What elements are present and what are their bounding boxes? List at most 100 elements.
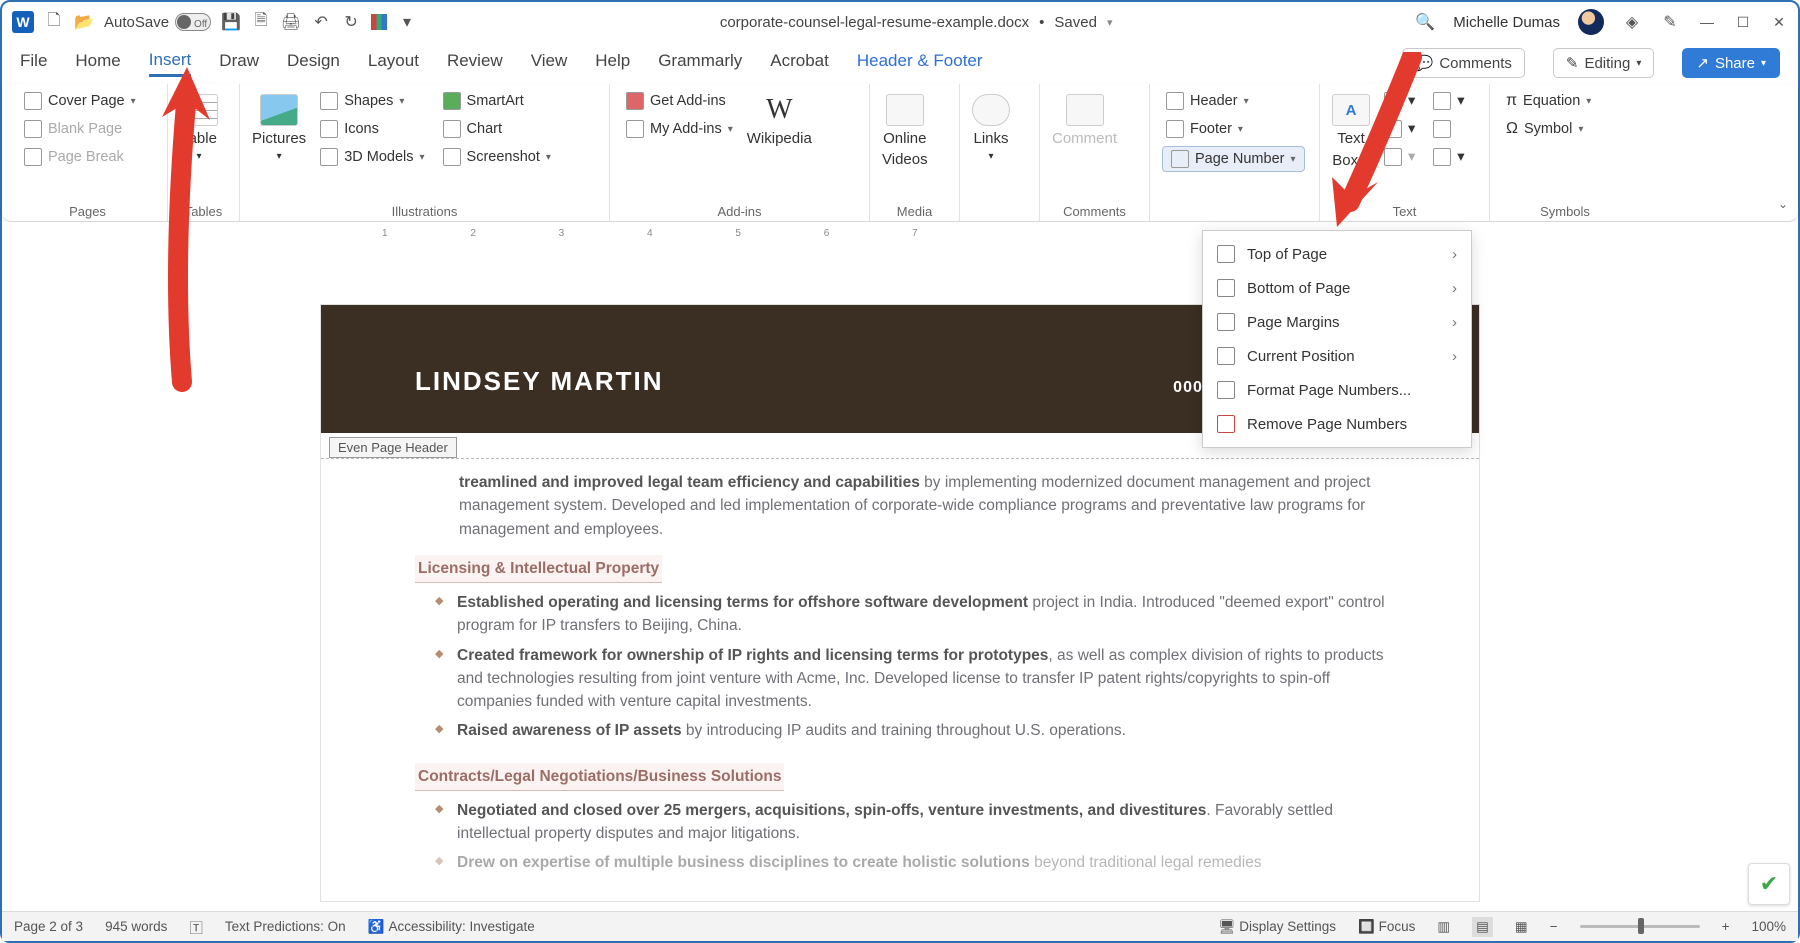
get-addins-button[interactable]: Get Add-ins xyxy=(622,90,737,112)
status-predictions[interactable]: Text Predictions: On xyxy=(225,919,346,934)
text-box-button[interactable]: ATextBox ▾ xyxy=(1332,90,1370,169)
dd-remove-page-numbers[interactable]: Remove Page Numbers xyxy=(1203,407,1471,441)
chart-button[interactable]: Chart xyxy=(439,118,555,140)
bullet-sep: • xyxy=(1039,14,1044,31)
minimize-button[interactable]: — xyxy=(1698,13,1716,31)
user-name[interactable]: Michelle Dumas xyxy=(1453,14,1560,31)
page-number-button[interactable]: Page Number xyxy=(1162,146,1305,172)
open-icon[interactable]: 📂 xyxy=(74,12,94,32)
quick-icon-2[interactable]: 🖨 xyxy=(281,12,301,32)
dd-page-margins[interactable]: Page Margins› xyxy=(1203,305,1471,339)
zoom-in-button[interactable]: + xyxy=(1722,919,1730,934)
quick-parts-button[interactable]: ▾ xyxy=(1380,90,1419,112)
tab-home[interactable]: Home xyxy=(75,51,120,75)
status-words[interactable]: 945 words xyxy=(105,919,167,934)
online-videos-button[interactable]: OnlineVideos xyxy=(882,90,928,168)
new-doc-icon[interactable]: 🗋 xyxy=(44,12,64,32)
tab-file[interactable]: File xyxy=(20,51,47,75)
drop-cap-icon xyxy=(1384,148,1402,166)
avatar[interactable] xyxy=(1578,9,1604,35)
tab-draw[interactable]: Draw xyxy=(219,51,259,75)
document-name[interactable]: corporate-counsel-legal-resume-example.d… xyxy=(720,14,1029,31)
page-number-dropdown: Top of Page› Bottom of Page› Page Margin… xyxy=(1202,230,1472,448)
maximize-button[interactable]: ☐ xyxy=(1734,13,1752,31)
diamond-icon[interactable]: ◈ xyxy=(1622,12,1642,32)
title-bar: W 🗋 📂 AutoSave Off 💾 🗎 🖨 ↶ ↻ ▾ corporate… xyxy=(2,2,1798,42)
header-button[interactable]: Header xyxy=(1162,90,1305,112)
status-display-settings[interactable]: 🖥 Display Settings xyxy=(1218,919,1336,935)
status-lang-icon[interactable]: 🅃 xyxy=(189,917,203,937)
view-read-icon[interactable]: ▥ xyxy=(1437,919,1450,935)
view-web-icon[interactable]: ▦ xyxy=(1515,919,1528,935)
status-page[interactable]: Page 2 of 3 xyxy=(14,919,83,934)
blank-page-button[interactable]: Blank Page xyxy=(20,118,140,140)
tab-design[interactable]: Design xyxy=(287,51,340,75)
chart-icon xyxy=(443,120,461,138)
horizontal-ruler[interactable]: 1 2 3 4 5 6 7 xyxy=(332,222,1778,244)
color-grid-icon[interactable] xyxy=(371,14,387,30)
tab-layout[interactable]: Layout xyxy=(368,51,419,75)
tab-header-footer[interactable]: Header & Footer xyxy=(857,51,983,75)
save-state-caret[interactable]: ▾ xyxy=(1107,16,1113,29)
status-bar: Page 2 of 3 945 words 🅃 Text Predictions… xyxy=(2,911,1798,941)
view-print-icon[interactable]: ▤ xyxy=(1472,917,1493,937)
qat-more-icon[interactable]: ▾ xyxy=(397,12,417,32)
signature-line-button[interactable]: ▾ xyxy=(1429,90,1468,112)
symbol-button[interactable]: ΩSymbol xyxy=(1502,118,1595,140)
shapes-button[interactable]: Shapes xyxy=(316,90,428,112)
doc-name: LINDSEY MARTIN xyxy=(415,366,664,396)
pictures-button[interactable]: Pictures▾ xyxy=(252,90,306,162)
3d-models-button[interactable]: 3D Models xyxy=(316,146,428,168)
icons-icon xyxy=(320,120,338,138)
close-button[interactable]: ✕ xyxy=(1770,13,1788,31)
zoom-out-button[interactable]: − xyxy=(1550,919,1558,934)
object-button[interactable]: ▾ xyxy=(1429,146,1468,168)
undo-icon[interactable]: ↶ xyxy=(311,12,331,32)
zoom-level[interactable]: 100% xyxy=(1751,919,1786,934)
pen-icon[interactable]: ✎ xyxy=(1660,12,1680,32)
links-button[interactable]: Links▾ xyxy=(972,90,1010,162)
icons-button[interactable]: Icons xyxy=(316,118,428,140)
table-button[interactable]: Table▾ xyxy=(180,90,218,162)
dd-current-position[interactable]: Current Position› xyxy=(1203,339,1471,373)
tab-insert[interactable]: Insert xyxy=(149,50,192,77)
comments-button[interactable]: 💬Comments xyxy=(1402,48,1525,78)
cover-page-button[interactable]: Cover Page xyxy=(20,90,140,112)
group-tables-label: Tables xyxy=(180,202,227,219)
dd-format-page-numbers[interactable]: Format Page Numbers... xyxy=(1203,373,1471,407)
wordart-button[interactable]: ▾ xyxy=(1380,118,1419,140)
save-icon[interactable]: 💾 xyxy=(221,12,241,32)
tab-grammarly[interactable]: Grammarly xyxy=(658,51,742,75)
autosave-toggle[interactable]: AutoSave Off xyxy=(104,13,211,31)
smartart-icon xyxy=(443,92,461,110)
comment-button[interactable]: Comment xyxy=(1052,90,1117,147)
tab-acrobat[interactable]: Acrobat xyxy=(770,51,829,75)
collapse-ribbon-icon[interactable]: ⌄ xyxy=(1778,197,1788,211)
status-accessibility[interactable]: ♿Accessibility: Investigate xyxy=(368,919,535,935)
tab-help[interactable]: Help xyxy=(595,51,630,75)
zoom-slider[interactable] xyxy=(1580,925,1700,928)
dd-bottom-of-page[interactable]: Bottom of Page› xyxy=(1203,271,1471,305)
equation-button[interactable]: πEquation xyxy=(1502,90,1595,112)
quick-icon-1[interactable]: 🗎 xyxy=(251,12,271,32)
tab-review[interactable]: Review xyxy=(447,51,503,75)
header-icon xyxy=(1166,92,1184,110)
status-focus[interactable]: 🔲 Focus xyxy=(1358,919,1415,935)
date-time-button[interactable] xyxy=(1429,118,1468,140)
footer-button[interactable]: Footer xyxy=(1162,118,1305,140)
check-badge[interactable]: ✔ xyxy=(1748,863,1790,905)
screenshot-button[interactable]: Screenshot xyxy=(439,146,555,168)
smartart-button[interactable]: SmartArt xyxy=(439,90,555,112)
search-icon[interactable]: 🔍 xyxy=(1415,12,1435,32)
editing-button[interactable]: ✎Editing▾ xyxy=(1553,48,1654,78)
tab-view[interactable]: View xyxy=(531,51,568,75)
redo-icon[interactable]: ↻ xyxy=(341,12,361,32)
share-button[interactable]: ↗Share▾ xyxy=(1682,48,1780,78)
dd-top-of-page[interactable]: Top of Page› xyxy=(1203,237,1471,271)
drop-cap-button[interactable]: ▾ xyxy=(1380,146,1419,168)
wikipedia-button[interactable]: WWikipedia xyxy=(747,90,812,147)
page-break-button[interactable]: Page Break xyxy=(20,146,140,168)
my-addins-button[interactable]: My Add-ins xyxy=(622,118,737,140)
save-state[interactable]: Saved xyxy=(1054,14,1097,31)
date-time-icon xyxy=(1433,120,1451,138)
